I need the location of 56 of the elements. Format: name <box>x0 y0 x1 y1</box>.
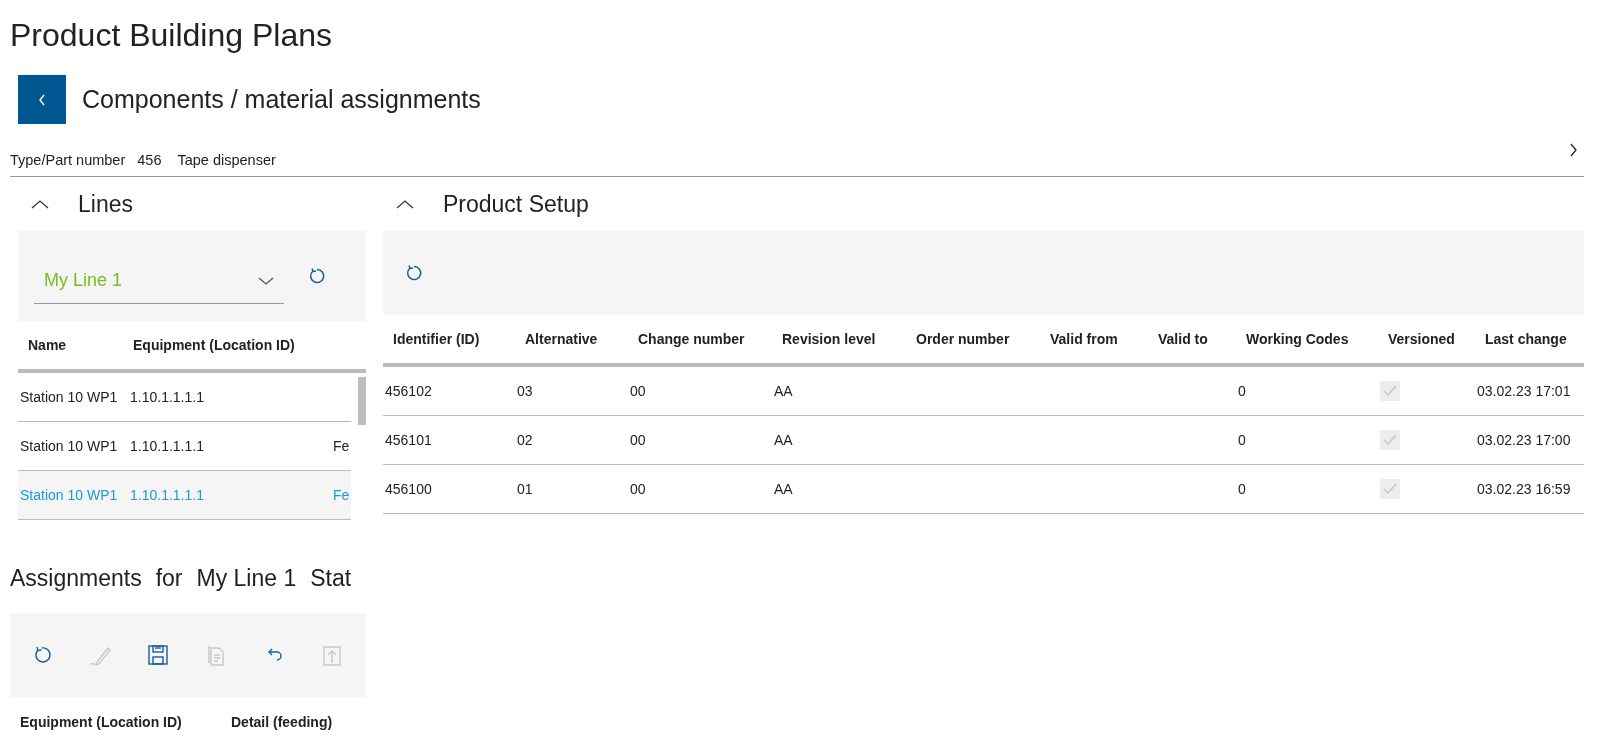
checkbox[interactable] <box>1380 479 1400 499</box>
column-header: Versioned <box>1388 331 1456 347</box>
table-cell-text: AA <box>774 383 794 399</box>
column-header: Equipment (Location ID) <box>133 337 295 353</box>
table-cell-text: 00 <box>630 383 647 399</box>
table-cell-text: 03 <box>517 383 534 399</box>
column-header: Revision level <box>782 331 877 347</box>
table-cell-text: 0 <box>1238 383 1247 399</box>
chevron-up-icon[interactable] <box>395 198 415 210</box>
assignments-title: Assignments <box>10 565 142 593</box>
refresh-icon[interactable] <box>308 267 326 285</box>
table-cell-text: AA <box>774 481 794 497</box>
table-cell-text: AA <box>774 432 794 448</box>
table-cell-text: 02 <box>517 432 534 448</box>
table-cell-text: 0 <box>1238 481 1247 497</box>
column-header: Order number <box>916 331 1011 347</box>
table-row[interactable]: Station 10 WP1 1.10.1.1.1.1 <box>18 373 351 422</box>
column-header: Last change <box>1485 331 1568 347</box>
assignments-station: Stat <box>310 565 352 593</box>
assignments-line: My Line 1 <box>196 565 297 593</box>
chevron-down-icon <box>258 275 274 286</box>
table-cell-text: 03.02.23 17:00 <box>1477 432 1572 448</box>
column-header: Name <box>28 337 68 353</box>
table-cell-text: 456102 <box>385 383 433 399</box>
table-cell-text: 0 <box>1238 432 1247 448</box>
part-number-label: Type/Part number <box>10 152 126 168</box>
page-title: Product Building Plans <box>10 16 333 55</box>
column-header: Change number <box>638 331 746 347</box>
back-icon <box>37 92 47 107</box>
chevron-right-icon[interactable] <box>1568 142 1578 158</box>
table-cell-text: 456101 <box>385 432 433 448</box>
part-number: 456 <box>137 152 162 168</box>
table-cell-text: 00 <box>630 481 647 497</box>
table-cell-text: 03.02.23 16:59 <box>1477 481 1572 497</box>
save-icon[interactable] <box>146 643 170 667</box>
table-cell-text: 00 <box>630 432 647 448</box>
column-header: Equipment (Location ID) <box>20 714 183 730</box>
chevron-up-icon[interactable] <box>30 198 50 210</box>
table-cell-text: 03.02.23 17:01 <box>1477 383 1572 399</box>
table-cell-text: 456100 <box>385 481 433 497</box>
assignments-for: for <box>155 565 183 593</box>
scrollbar[interactable] <box>358 377 366 425</box>
section-title: Product Setup <box>443 190 589 218</box>
checkbox[interactable] <box>1380 430 1400 450</box>
page-subtitle: Components / material assignments <box>82 85 481 114</box>
column-header: Working Codes <box>1246 331 1350 347</box>
column-header: Alternative <box>525 331 599 347</box>
checkbox[interactable] <box>1380 381 1400 401</box>
section-title: Lines <box>78 190 133 218</box>
part-description: Tape dispenser <box>177 152 276 168</box>
column-header: Detail (feeding) <box>231 714 333 730</box>
column-header: Valid to <box>1158 331 1209 347</box>
column-header: Valid from <box>1050 331 1119 347</box>
refresh-icon[interactable] <box>405 264 423 282</box>
column-header: Identifier (ID) <box>393 331 481 347</box>
table-cell-text: 01 <box>517 481 534 497</box>
